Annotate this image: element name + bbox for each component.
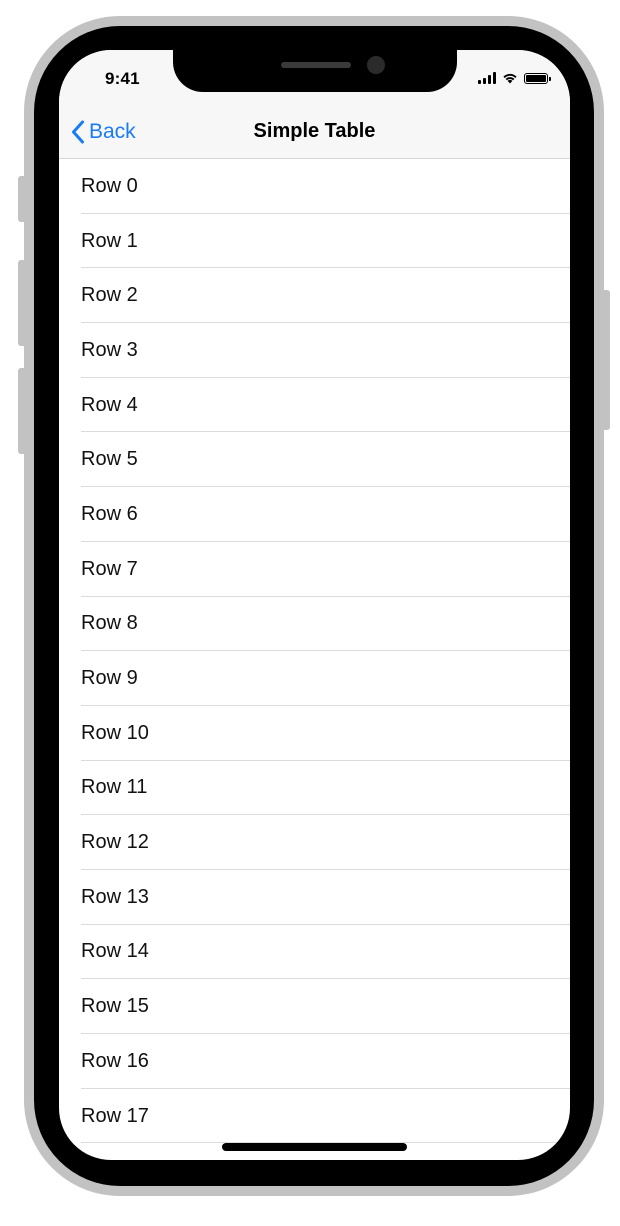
cellular-signal-icon — [478, 72, 496, 84]
row-label: Row 4 — [81, 393, 138, 416]
row-label: Row 13 — [81, 885, 149, 908]
table-row[interactable]: Row 17 — [59, 1089, 570, 1144]
status-time: 9:41 — [105, 69, 140, 88]
table-row[interactable]: Row 6 — [59, 487, 570, 542]
row-label: Row 1 — [81, 229, 138, 252]
row-label: Row 3 — [81, 338, 138, 361]
row-label: Row 0 — [81, 174, 138, 197]
table-row[interactable]: Row 3 — [59, 323, 570, 378]
row-label: Row 16 — [81, 1049, 149, 1072]
row-label: Row 12 — [81, 831, 149, 854]
row-label: Row 5 — [81, 448, 138, 471]
table-row[interactable]: Row 2 — [59, 268, 570, 323]
mute-switch — [18, 176, 26, 222]
volume-up-button — [18, 260, 26, 346]
row-label: Row 7 — [81, 557, 138, 580]
table-row[interactable]: Row 13 — [59, 870, 570, 925]
table-row[interactable]: Row 5 — [59, 432, 570, 487]
table-row[interactable]: Row 14 — [59, 925, 570, 980]
row-label: Row 9 — [81, 667, 138, 690]
table-row[interactable]: Row 15 — [59, 979, 570, 1034]
row-label: Row 10 — [81, 721, 149, 744]
wifi-icon — [503, 73, 517, 84]
table-row[interactable]: Row 16 — [59, 1034, 570, 1089]
row-label: Row 15 — [81, 995, 149, 1018]
table-row[interactable]: Row 10 — [59, 706, 570, 761]
power-button — [602, 290, 610, 430]
row-label: Row 2 — [81, 284, 138, 307]
notch — [173, 50, 457, 92]
table-view: Row 0 Row 1 Row 2 Row 3 Row 4 Row 5 Row 6 Row 7… — [59, 159, 570, 1144]
battery-icon — [524, 72, 551, 84]
table-row[interactable]: Row 9 — [59, 651, 570, 706]
table-row[interactable]: Row 1 — [59, 214, 570, 269]
speaker-grille — [281, 62, 351, 68]
table-row[interactable]: Row 11 — [59, 761, 570, 816]
table-row[interactable]: Row 12 — [59, 815, 570, 870]
navigation-bar: Back Simple Table — [59, 104, 570, 159]
row-label: Row 11 — [81, 776, 148, 799]
row-label: Row 17 — [81, 1104, 149, 1127]
row-label: Row 8 — [81, 612, 138, 635]
table-row[interactable]: Row 7 — [59, 542, 570, 597]
page-title: Simple Table — [253, 120, 376, 142]
table-row[interactable]: Row 0 — [59, 159, 570, 214]
volume-down-button — [18, 368, 26, 454]
front-camera — [367, 56, 385, 74]
row-label: Row 14 — [81, 940, 149, 963]
status-icons — [478, 70, 551, 86]
row-label: Row 6 — [81, 502, 138, 525]
home-indicator[interactable] — [222, 1143, 407, 1151]
device-screen: 9:41 Back Simple Table Row 0 Row 1 Row 2… — [59, 50, 570, 1160]
table-row[interactable]: Row 8 — [59, 597, 570, 652]
status-bar: 9:41 — [59, 50, 570, 104]
table-row[interactable]: Row 4 — [59, 378, 570, 433]
